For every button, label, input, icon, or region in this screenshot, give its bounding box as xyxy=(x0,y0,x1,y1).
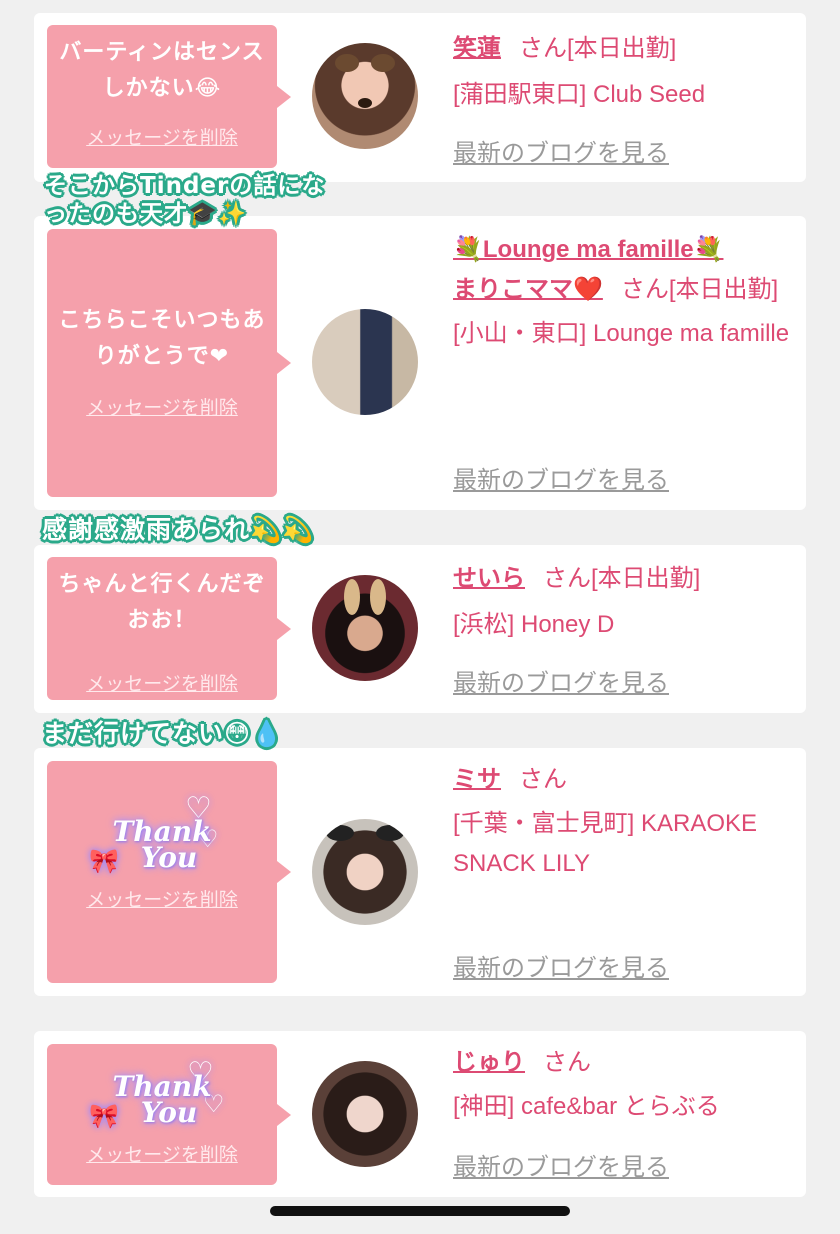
shop-name: [蒲田駅東口] Club Seed xyxy=(453,81,706,108)
cast-info: 笑蓮 さん[本日出勤] [蒲田駅東口] Club Seed xyxy=(453,29,793,115)
message-bubble: ♡ ♡ 🎀 Thank You メッセージを削除 xyxy=(47,1044,277,1185)
message-bubble: ちゃんと行くんだぞおお！ メッセージを削除 xyxy=(47,557,277,700)
cast-name-link[interactable]: じゅり xyxy=(453,1049,525,1076)
shop-name: [千葉・富士見町] KARAOKE SNACK LILY xyxy=(453,810,758,877)
message-text: ちゃんと行くんだぞおお！ xyxy=(58,572,266,633)
cast-status: さん[本日出勤] xyxy=(519,35,677,62)
overlay-caption: 感謝感激雨あられ💫💫 xyxy=(42,515,315,544)
avatar[interactable] xyxy=(312,309,418,415)
cast-name-link[interactable]: 笑蓮 xyxy=(453,35,501,62)
cast-status: さん[本日出勤] xyxy=(543,565,701,592)
overlay-caption: まだ行けてない😳💧 xyxy=(42,719,284,748)
message-bubble: バーティンはセンスしかない😂 メッセージを削除 xyxy=(47,25,277,168)
delete-message-link[interactable]: メッセージを削除 xyxy=(47,393,277,420)
latest-blog-link[interactable]: 最新のブログを見る xyxy=(453,133,669,168)
message-text: バーティンはセンスしかない😂 xyxy=(59,40,265,101)
delete-message-link[interactable]: メッセージを削除 xyxy=(47,1140,277,1167)
delete-message-link[interactable]: メッセージを削除 xyxy=(47,885,277,912)
cast-name-link[interactable]: せいら xyxy=(453,565,525,592)
avatar[interactable] xyxy=(312,819,418,925)
avatar[interactable] xyxy=(312,575,418,681)
avatar[interactable] xyxy=(312,1061,418,1167)
message-bubble: こちらこそいつもありがとうで❤ メッセージを削除 xyxy=(47,229,277,497)
latest-blog-link[interactable]: 最新のブログを見る xyxy=(453,460,669,495)
delete-message-link[interactable]: メッセージを削除 xyxy=(47,123,277,150)
shop-name: [小山・東口] Lounge ma famille xyxy=(453,320,790,347)
message-bubble: ♡ ♡ 🎀 Thank You メッセージを削除 xyxy=(47,761,277,983)
cast-name-link[interactable]: まりこママ❤️ xyxy=(453,276,603,303)
shop-name: [神田] cafe&bar とらぶる xyxy=(453,1093,720,1120)
cast-status: さん[本日出勤] xyxy=(620,276,779,303)
cast-card: ♡ ♡ 🎀 Thank You メッセージを削除 じゅり さん [神田] cafe… xyxy=(34,1031,806,1197)
cast-card: こちらこそいつもありがとうで❤ メッセージを削除 💐Lounge ma fami… xyxy=(34,216,806,510)
dog-filter-icon xyxy=(335,54,395,108)
message-text: こちらこそいつもありがとうで❤ xyxy=(58,308,266,369)
latest-blog-link[interactable]: 最新のブログを見る xyxy=(453,948,669,983)
cast-card: ♡ ♡ 🎀 Thank You メッセージを削除 ミサ さん [千葉・富士見町] … xyxy=(34,748,806,996)
cast-card: バーティンはセンスしかない😂 メッセージを削除 笑蓮 さん[本日出勤] [蒲田駅東… xyxy=(34,13,806,182)
shop-prefix-link[interactable]: 💐Lounge ma famille💐 xyxy=(453,230,723,270)
shop-name: [浜松] Honey D xyxy=(453,611,615,638)
cast-info: じゅり さん [神田] cafe&bar とらぶる xyxy=(453,1043,793,1127)
cast-card: ちゃんと行くんだぞおお！ メッセージを削除 せいら さん[本日出勤] [浜松] H… xyxy=(34,545,806,713)
cow-ears-icon xyxy=(326,825,404,841)
cast-status: さん xyxy=(519,766,567,793)
cast-info: せいら さん[本日出勤] [浜松] Honey D xyxy=(453,559,793,645)
cast-info: ミサ さん [千葉・富士見町] KARAOKE SNACK LILY xyxy=(453,760,793,884)
thank-you-sticker: Thank You xyxy=(112,1070,212,1129)
bunny-ears-icon xyxy=(344,579,386,615)
cast-status: さん xyxy=(543,1049,591,1076)
latest-blog-link[interactable]: 最新のブログを見る xyxy=(453,1147,669,1182)
thank-you-sticker: Thank You xyxy=(112,815,212,874)
cast-name-link[interactable]: ミサ xyxy=(453,766,501,793)
home-indicator[interactable] xyxy=(270,1206,570,1216)
cast-info: 💐Lounge ma famille💐 まりこママ❤️ さん[本日出勤] [小山・… xyxy=(453,230,793,354)
delete-message-link[interactable]: メッセージを削除 xyxy=(47,669,277,696)
avatar[interactable] xyxy=(312,43,418,149)
overlay-caption: そこからTinderの話になったのも天才🎓✨ xyxy=(44,173,326,227)
latest-blog-link[interactable]: 最新のブログを見る xyxy=(453,663,669,698)
